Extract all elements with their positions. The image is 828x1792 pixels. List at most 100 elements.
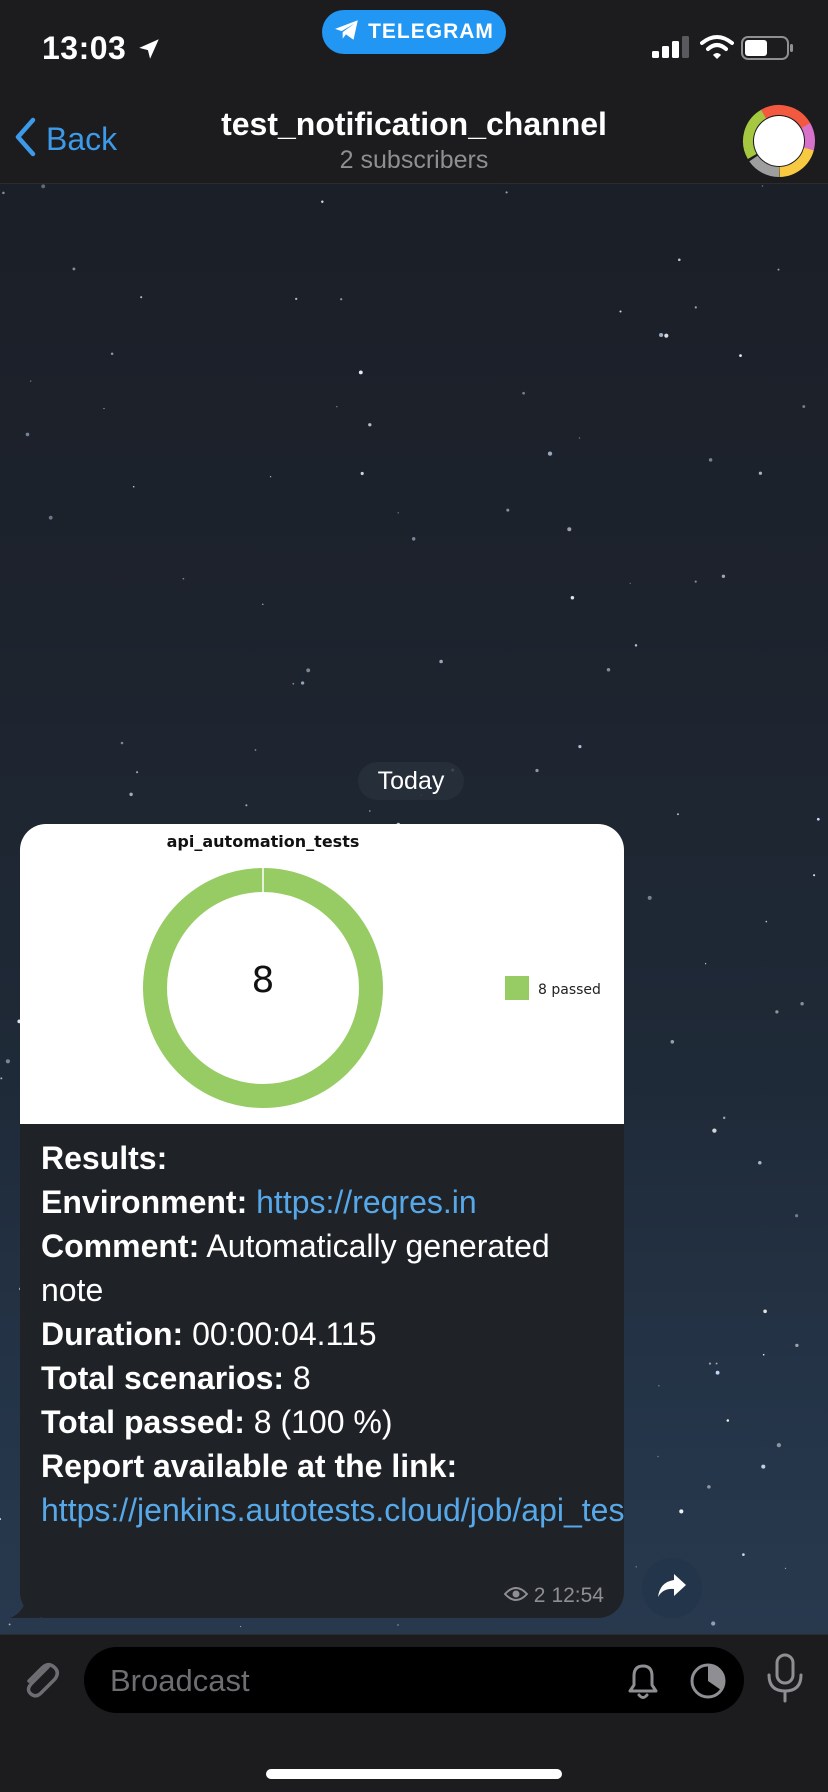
message-time: 12:54 (551, 1584, 604, 1607)
star (103, 407, 105, 410)
star (664, 333, 669, 338)
star (802, 405, 806, 408)
star (570, 596, 575, 600)
star (763, 1309, 767, 1314)
star (29, 380, 32, 382)
star (300, 681, 305, 685)
donut-chart: api_automation_tests 8 8 passed (143, 832, 601, 1108)
status-bar: 13:03 TELEGRAM (0, 0, 828, 96)
bell-icon[interactable] (624, 1661, 662, 1706)
duration-value: 00:00:04.115 (192, 1316, 377, 1352)
duration-row: Duration: 00:00:04.115 (41, 1316, 377, 1352)
subscriber-count: 2 subscribers (339, 146, 489, 174)
star (397, 1624, 399, 1626)
star (711, 1621, 716, 1626)
date-separator: Today (358, 762, 464, 800)
star (2, 191, 5, 195)
total-passed-row: Total passed: 8 (100 %) (41, 1404, 393, 1440)
star (336, 405, 338, 408)
total-passed-value: 8 (100 %) (253, 1404, 393, 1440)
star (136, 771, 139, 774)
timer-icon[interactable] (688, 1661, 728, 1706)
message-bubble[interactable]: api_automation_tests 8 8 passed Results:… (20, 824, 624, 1618)
star (761, 185, 764, 187)
environment-link[interactable]: https://reqres.in (256, 1184, 477, 1220)
star (795, 1343, 799, 1348)
star (762, 1353, 765, 1356)
environment-row: Environment: https://reqres.in (41, 1184, 477, 1220)
star (321, 200, 324, 204)
star (505, 191, 508, 194)
star (567, 527, 572, 532)
channel-avatar[interactable] (742, 104, 816, 183)
star (775, 1010, 779, 1014)
star (0, 1518, 2, 1521)
star (742, 1553, 745, 1556)
star (110, 352, 114, 355)
comment-row: Comment: Automatically generated note (41, 1228, 550, 1308)
channel-title[interactable]: test_notification_channel (0, 106, 828, 143)
battery-icon (741, 36, 795, 65)
star (120, 741, 124, 745)
share-icon (657, 1573, 687, 1604)
star (707, 1485, 711, 1489)
eye-icon (503, 1584, 529, 1608)
star (694, 306, 697, 309)
signal-icon (652, 36, 690, 63)
broadcast-placeholder: Broadcast (110, 1663, 250, 1698)
star (262, 603, 264, 606)
broadcast-input[interactable]: Broadcast (84, 1647, 744, 1713)
star (439, 659, 443, 664)
star (705, 963, 707, 965)
share-button[interactable] (642, 1558, 702, 1618)
star (358, 370, 363, 375)
star (708, 1362, 712, 1365)
star (777, 268, 780, 271)
star (758, 471, 763, 475)
star (721, 574, 726, 578)
return-to-telegram-pill[interactable]: TELEGRAM (322, 10, 506, 54)
star (72, 267, 76, 271)
star (708, 458, 713, 462)
report-row: Report available at the link: https://je… (41, 1444, 624, 1532)
star (41, 184, 46, 189)
star (726, 1419, 730, 1422)
star (694, 580, 697, 583)
star (800, 1002, 804, 1006)
star (816, 817, 820, 821)
star (712, 1128, 717, 1133)
legend-label-passed: 8 passed (538, 982, 601, 998)
star (360, 471, 364, 476)
microphone-icon[interactable] (764, 1653, 806, 1710)
star (369, 810, 371, 812)
star (677, 258, 681, 262)
message-text: Results: Environment: https://reqres.in … (41, 1136, 624, 1532)
report-link[interactable]: https://jenkins.autotests.cloud/job/api_… (41, 1492, 624, 1528)
star (0, 1077, 3, 1080)
star (254, 749, 257, 751)
star (795, 1214, 799, 1218)
star (547, 451, 553, 456)
star (776, 1442, 782, 1448)
telegram-plane-icon (334, 18, 360, 47)
chart-image[interactable]: api_automation_tests 8 8 passed (20, 824, 624, 1124)
star (269, 476, 272, 478)
star (397, 512, 399, 514)
star (722, 1116, 726, 1120)
star (140, 296, 143, 299)
star (670, 1040, 675, 1044)
star (765, 920, 768, 923)
telegram-pill-label: TELEGRAM (368, 20, 494, 43)
legend-swatch-passed (505, 976, 529, 1000)
total-scenarios-value: 8 (292, 1360, 311, 1396)
star (340, 298, 343, 301)
paperclip-icon[interactable] (18, 1657, 64, 1708)
star (634, 644, 638, 647)
star (658, 1385, 660, 1387)
wifi-icon (700, 34, 734, 65)
star (758, 1160, 762, 1165)
star (657, 1455, 659, 1458)
star (295, 297, 298, 301)
star (761, 1464, 766, 1469)
view-count: 2 (533, 1584, 546, 1607)
